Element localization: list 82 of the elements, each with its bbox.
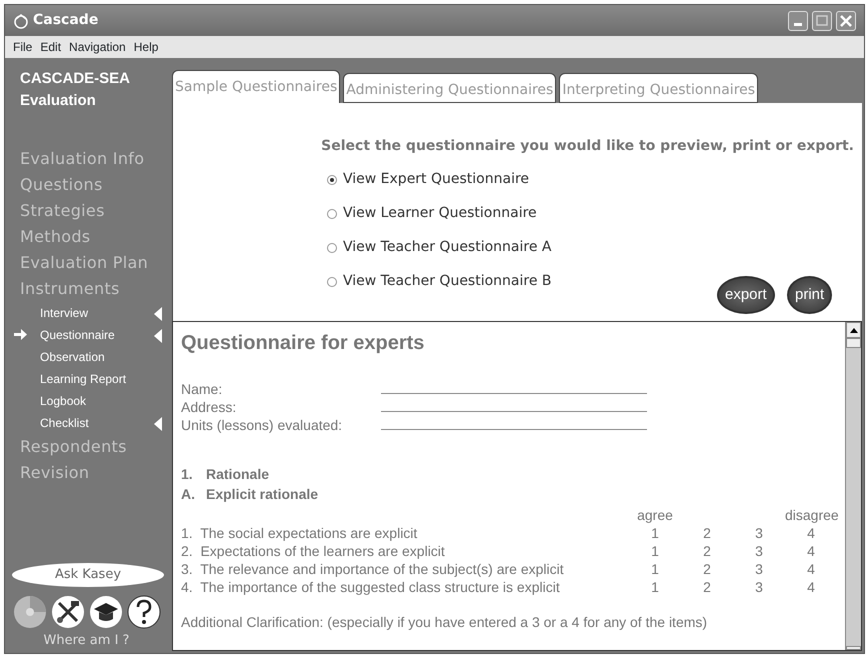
radio-button[interactable] [327, 174, 337, 184]
scale-label: agree [637, 507, 673, 523]
sidebar-item[interactable]: Learning Report [5, 368, 164, 390]
scale-value: 4 [807, 579, 815, 595]
radio-option[interactable]: View Teacher Questionnaire A [327, 237, 862, 258]
tab[interactable]: Interpreting Questionnaires [559, 73, 758, 103]
section-heading: Explicit rationale [206, 485, 318, 504]
sidebar-section-link[interactable]: Respondents [5, 434, 164, 460]
section-number: 1. [181, 465, 194, 484]
radio-button[interactable] [327, 276, 337, 286]
up-arrow-icon [850, 328, 858, 332]
sidebar-subtitle: Evaluation [20, 91, 97, 111]
scale-value: 1 [651, 525, 659, 541]
instruction-text: Select the questionnaire you would like to preview, print or export. [321, 138, 854, 154]
field-label: Address: [181, 398, 238, 416]
field-label: Units (lessons) evaluated: [181, 416, 344, 434]
close-button[interactable] [836, 10, 856, 30]
sidebar-section-link[interactable]: Questions [5, 172, 164, 198]
menu-item[interactable]: Navigation [65, 38, 130, 56]
sidebar-title: CASCADE-SEA [20, 69, 132, 89]
menu-item[interactable]: Help [130, 38, 162, 56]
note-text: Additional Clarification: (especially if you have entered a 3 or a 4 for any of the items) [181, 613, 708, 632]
scale-value: 3 [755, 525, 763, 541]
tab[interactable]: Administering Questionnaires [343, 73, 556, 103]
radio-button[interactable] [327, 208, 337, 218]
export-button[interactable]: export [717, 276, 775, 314]
sidebar-section-link[interactable]: Strategies [5, 198, 164, 224]
radio-button[interactable] [327, 242, 337, 252]
sidebar-item[interactable]: Observation [5, 346, 164, 368]
app-icon [13, 12, 29, 28]
item-text: 3. The relevance and importance of the subject(s) are explicit [181, 561, 564, 577]
scale-value: 1 [651, 543, 659, 559]
item-text: 2. Expectations of the learners are explicit [181, 543, 445, 559]
document-title: Questionnaire for experts [181, 331, 426, 356]
scale-value: 4 [807, 525, 815, 541]
scrollbar[interactable] [845, 322, 861, 650]
scale-value: 1 [651, 579, 659, 595]
maximize-icon [816, 15, 828, 26]
radio-option[interactable]: View Learner Questionnaire [327, 203, 862, 224]
tab[interactable]: Sample Questionnaires [172, 70, 340, 103]
maximize-button[interactable] [812, 10, 832, 30]
item-text: 1. The social expectations are explicit [181, 525, 418, 541]
menu-item[interactable]: Edit [36, 38, 66, 56]
menu-item[interactable]: File [9, 38, 36, 56]
minimize-button[interactable] [788, 10, 808, 30]
tools-icon[interactable] [50, 595, 84, 629]
sidebar-section-link[interactable]: Revision [5, 460, 164, 486]
sidebar-section-link[interactable]: Evaluation Plan [5, 250, 164, 276]
scale-value: 4 [807, 561, 815, 577]
scale-value: 2 [703, 543, 711, 559]
ask-kasey-button[interactable]: Ask Kasey [12, 563, 164, 587]
sidebar-item[interactable]: Logbook [5, 390, 164, 412]
section-heading: Rationale [206, 465, 270, 484]
sidebar-section-link[interactable]: Evaluation Info [5, 146, 164, 172]
window-title: Cascade [33, 11, 98, 30]
scale-label: disagree [785, 507, 839, 523]
where-am-i-link[interactable]: Where am I ? [44, 633, 130, 648]
scale-value: 2 [703, 561, 711, 577]
scroll-up-button[interactable] [846, 322, 861, 338]
scale-value: 1 [651, 561, 659, 577]
section-number: A. [181, 485, 196, 504]
scale-value: 3 [755, 561, 763, 577]
scale-value: 3 [755, 543, 763, 559]
print-button[interactable]: print [787, 276, 832, 314]
option-label: View Learner Questionnaire [343, 204, 537, 223]
scale-value: 2 [703, 579, 711, 595]
sidebar-section-link[interactable]: Methods [5, 224, 164, 250]
minimize-icon [794, 22, 802, 26]
scale-value: 4 [807, 543, 815, 559]
option-label: View Teacher Questionnaire B [343, 272, 552, 291]
scale-value: 3 [755, 579, 763, 595]
scroll-thumb[interactable] [846, 338, 861, 348]
graduation-cap-icon[interactable] [88, 595, 122, 629]
option-label: View Teacher Questionnaire A [343, 238, 552, 257]
field-label: Name: [181, 380, 224, 398]
option-label: View Expert Questionnaire [343, 170, 530, 189]
sidebar-section-link[interactable]: Instruments [5, 276, 164, 302]
radio-option[interactable]: View Expert Questionnaire [327, 169, 862, 190]
close-icon [839, 14, 853, 28]
scale-value: 2 [703, 525, 711, 541]
help-icon[interactable] [126, 595, 160, 629]
item-text: 4. The importance of the suggested class structure is explicit [181, 579, 560, 595]
